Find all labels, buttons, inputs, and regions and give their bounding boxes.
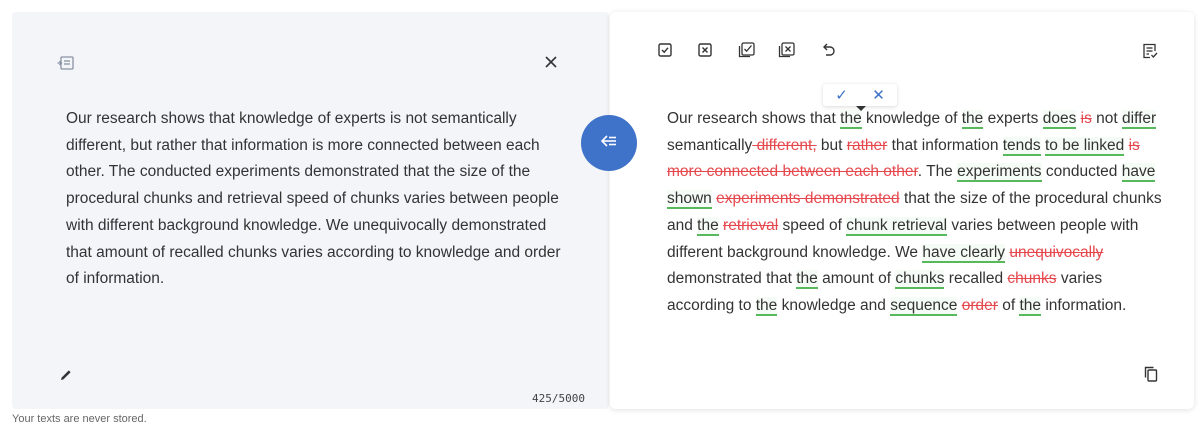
undo-icon[interactable] [820, 41, 838, 59]
deleted-word[interactable]: is [1081, 110, 1092, 127]
inserted-word[interactable]: the [796, 270, 818, 290]
text-segment: not [1091, 110, 1123, 127]
multi-x-icon[interactable] [776, 40, 796, 60]
text-segment: knowledge of [861, 110, 962, 127]
text-segment: of [997, 296, 1020, 314]
reject-suggestion-button[interactable]: ✕ [872, 88, 885, 103]
character-counter: 425/5000 [532, 392, 585, 405]
suggestion-popover: ✓ ✕ [823, 84, 897, 106]
pencil-icon[interactable] [56, 365, 76, 385]
close-icon[interactable] [542, 53, 560, 71]
deleted-word[interactable]: order [962, 297, 998, 314]
document-check-icon[interactable] [1140, 41, 1160, 61]
inserted-word[interactable]: chunks [895, 270, 945, 290]
deleted-word[interactable]: unequivocally [1009, 244, 1103, 261]
result-panel: ✓ ✕ Our research shows that the knowledg… [610, 12, 1194, 409]
inserted-word[interactable]: have clearly [922, 243, 1006, 263]
corrected-text[interactable]: Our research shows that the knowledge of… [667, 106, 1167, 320]
source-panel: Our research shows that knowledge of exp… [12, 12, 609, 409]
text-segment: recalled [944, 270, 1008, 288]
text-segment: demonstrated that [667, 270, 797, 288]
inserted-word[interactable]: the [961, 110, 984, 129]
text-segment: but [816, 136, 847, 154]
text-segment: experts [983, 110, 1043, 127]
inserted-word[interactable]: tends [1002, 136, 1041, 156]
popover-caret [856, 106, 866, 111]
transfer-button[interactable] [581, 115, 637, 171]
text-segment: information. [1041, 296, 1127, 314]
deleted-word[interactable]: chunks [1007, 270, 1056, 287]
inserted-word[interactable]: the [755, 296, 778, 316]
text-segment: amount of [817, 270, 896, 288]
inserted-word[interactable]: to be linked [1044, 136, 1125, 156]
text-segment: knowledge and [777, 296, 891, 314]
deleted-word[interactable]: different, [752, 137, 817, 154]
privacy-note: Your texts are never stored. [12, 413, 147, 425]
inserted-word[interactable]: the [697, 216, 719, 236]
source-text[interactable]: Our research shows that knowledge of exp… [66, 106, 566, 293]
inserted-word[interactable]: experiments [957, 163, 1042, 183]
inserted-word[interactable]: the [840, 110, 862, 129]
inserted-word[interactable]: sequence [890, 296, 958, 316]
text-segment: speed of [778, 216, 847, 234]
inserted-word[interactable]: does [1042, 110, 1077, 129]
checkbox-x-icon[interactable] [696, 41, 714, 59]
inserted-word[interactable]: chunk retrieval [846, 216, 948, 236]
checkbox-check-icon[interactable] [656, 41, 674, 59]
deleted-word[interactable]: experiments demonstrated [716, 190, 900, 207]
inserted-word[interactable]: the [1019, 296, 1042, 316]
accept-suggestion-button[interactable]: ✓ [835, 88, 848, 103]
text-segment: that information [887, 136, 1003, 154]
deleted-word[interactable]: retrieval [723, 217, 778, 234]
text-segment: semantically [667, 136, 753, 154]
inserted-word[interactable]: differ [1122, 110, 1157, 129]
panel-toggle-icon[interactable] [56, 54, 76, 72]
text-segment: conducted [1041, 163, 1122, 181]
copy-icon[interactable] [1141, 364, 1161, 384]
text-segment: . The [917, 163, 958, 181]
multi-check-icon[interactable] [736, 40, 756, 60]
text-segment: Our research shows that [667, 110, 841, 127]
deleted-word[interactable]: rather [847, 137, 888, 154]
arrow-left-icon [600, 134, 617, 152]
